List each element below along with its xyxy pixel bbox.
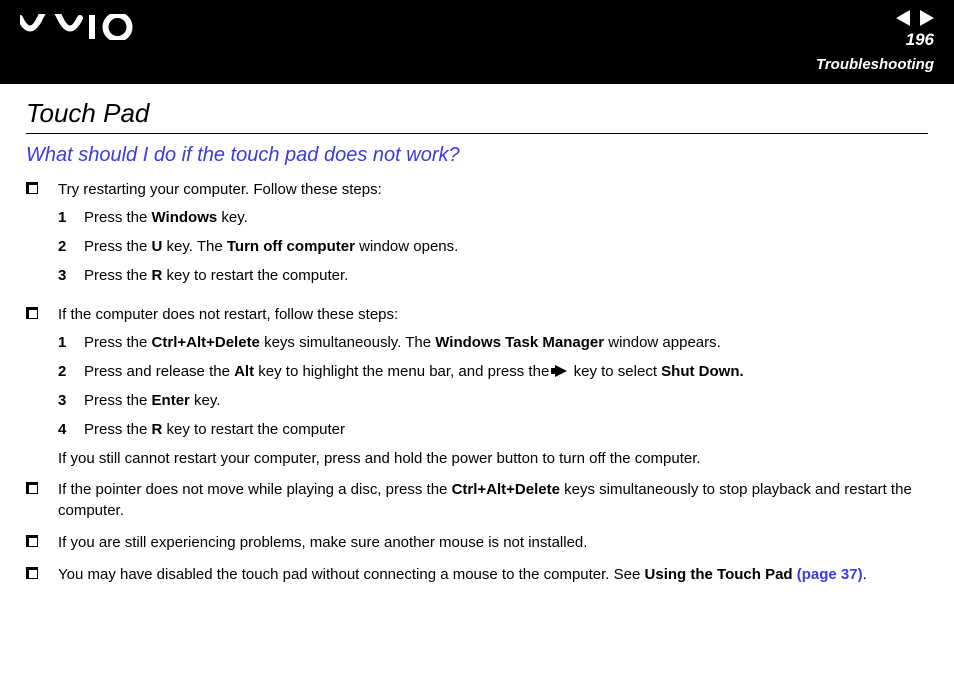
step-text: Press the R key to restart the computer — [84, 419, 928, 440]
page-subtitle: What should I do if the touch pad does n… — [26, 144, 928, 167]
step-list: 1 Press the Ctrl+Alt+Delete keys simulta… — [58, 332, 928, 440]
bullet-marker-icon — [26, 482, 38, 494]
bullet-text: If the computer does not restart, follow… — [58, 306, 398, 323]
bullet-item: Try restarting your computer. Follow the… — [26, 179, 928, 294]
step-item: 2 Press and release the Alt key to highl… — [58, 361, 928, 382]
step-item: 1 Press the Ctrl+Alt+Delete keys simulta… — [58, 332, 928, 353]
step-text: Press the Windows key. — [84, 207, 928, 228]
step-text: Press and release the Alt key to highlig… — [84, 361, 928, 382]
step-item: 3 Press the R key to restart the compute… — [58, 265, 928, 286]
page-header: 196 Troubleshooting — [0, 0, 954, 84]
step-text: Press the U key. The Turn off computer w… — [84, 236, 928, 257]
bullet-marker-icon — [26, 307, 38, 319]
bullet-item: You may have disabled the touch pad with… — [26, 564, 928, 586]
bullet-list: Try restarting your computer. Follow the… — [26, 179, 928, 586]
step-item: 2 Press the U key. The Turn off computer… — [58, 236, 928, 257]
next-page-arrow-icon[interactable] — [920, 10, 934, 26]
prev-page-arrow-icon[interactable] — [896, 10, 910, 26]
bullet-text: You may have disabled the touch pad with… — [58, 564, 928, 586]
step-number: 1 — [58, 207, 84, 228]
step-list: 1 Press the Windows key. 2 Press the U k… — [58, 207, 928, 286]
page-link[interactable]: (page 37) — [797, 566, 863, 583]
step-text: Press the Ctrl+Alt+Delete keys simultane… — [84, 332, 928, 353]
step-number: 2 — [58, 236, 84, 257]
section-name: Troubleshooting — [816, 56, 934, 73]
bullet-text: If the pointer does not move while playi… — [58, 479, 928, 523]
bullet-text: If you are still experiencing problems, … — [58, 532, 928, 554]
right-arrow-key-icon — [555, 365, 567, 377]
bullet-text: Try restarting your computer. Follow the… — [58, 181, 382, 198]
page-title: Touch Pad — [26, 98, 928, 134]
step-item: 4 Press the R key to restart the compute… — [58, 419, 928, 440]
step-text: Press the Enter key. — [84, 390, 928, 411]
step-number: 1 — [58, 332, 84, 353]
step-item: 1 Press the Windows key. — [58, 207, 928, 228]
page-content: Touch Pad What should I do if the touch … — [0, 84, 954, 586]
nav-arrows — [816, 10, 934, 26]
bullet-marker-icon — [26, 535, 38, 547]
vaio-logo — [20, 10, 140, 44]
step-number: 3 — [58, 265, 84, 286]
bullet-item: If the pointer does not move while playi… — [26, 479, 928, 523]
step-number: 4 — [58, 419, 84, 440]
bullet-marker-icon — [26, 567, 38, 579]
step-number: 3 — [58, 390, 84, 411]
step-item: 3 Press the Enter key. — [58, 390, 928, 411]
bullet-marker-icon — [26, 182, 38, 194]
bullet-item: If you are still experiencing problems, … — [26, 532, 928, 554]
step-number: 2 — [58, 361, 84, 382]
bullet-item: If the computer does not restart, follow… — [26, 304, 928, 469]
step-text: Press the R key to restart the computer. — [84, 265, 928, 286]
after-steps-text: If you still cannot restart your compute… — [58, 448, 928, 469]
page-number: 196 — [816, 30, 934, 50]
